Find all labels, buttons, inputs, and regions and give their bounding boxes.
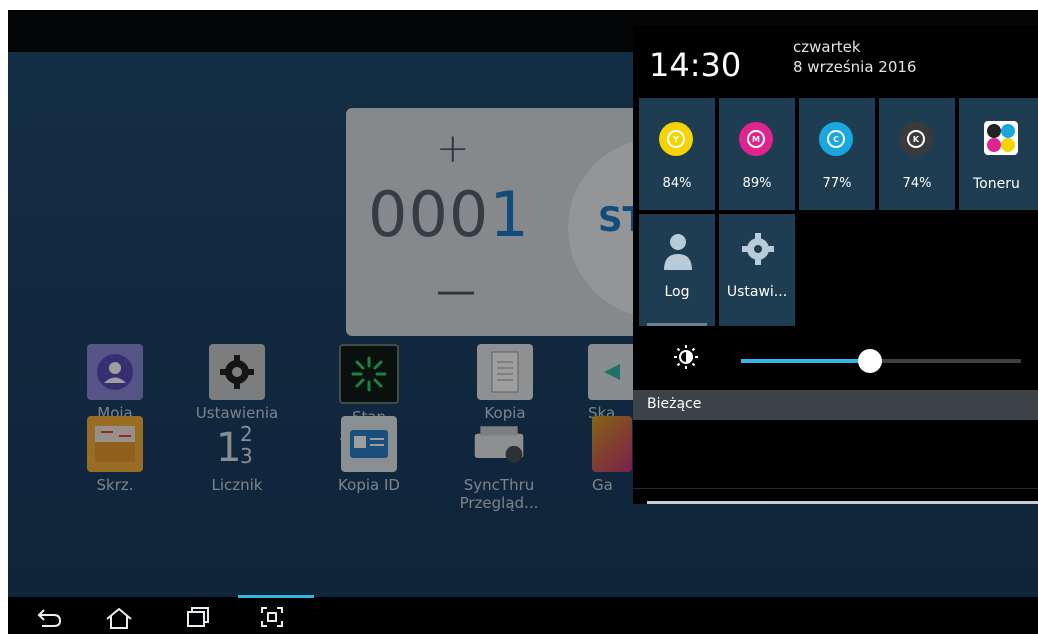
counter-icon: 123 bbox=[209, 416, 265, 472]
toner-value: 84% bbox=[662, 176, 692, 191]
toner-summary-label: Toneru bbox=[973, 176, 1020, 192]
tablet-screen: + 0001 — ST Mojastrona Ustawienia St bbox=[8, 10, 1038, 634]
app-ustawienia[interactable]: Ustawienia bbox=[182, 344, 292, 422]
active-underline bbox=[647, 323, 707, 326]
app-label: Skrz. bbox=[96, 476, 134, 494]
toner-summary-tile[interactable]: Toneru bbox=[959, 98, 1038, 210]
app-skrzynka[interactable]: Skrz. bbox=[60, 416, 170, 494]
screenshot-icon[interactable] bbox=[260, 606, 284, 634]
printer-icon bbox=[471, 416, 527, 472]
gear-icon bbox=[741, 232, 775, 270]
app-kopia[interactable]: Kopia bbox=[450, 344, 560, 422]
decrease-copies-button[interactable]: — bbox=[436, 268, 476, 314]
clock: 14:30 bbox=[649, 46, 742, 84]
toner-magenta-icon: M bbox=[739, 122, 773, 156]
app-label: SyncThru Przegląd... bbox=[459, 476, 539, 512]
toner-tile-black[interactable]: K 74% bbox=[879, 98, 955, 210]
toner-value: 74% bbox=[902, 176, 932, 191]
divider bbox=[633, 488, 1038, 489]
increase-copies-button[interactable]: + bbox=[436, 126, 470, 172]
svg-text:1: 1 bbox=[216, 425, 241, 469]
notification-panel: 14:30 czwartek 8 września 2016 Y 84% M 8… bbox=[633, 26, 1038, 504]
date: 8 września 2016 bbox=[793, 58, 917, 76]
copy-count-widget[interactable]: + 0001 — ST bbox=[346, 108, 676, 336]
copy-count-prefix: 000 bbox=[368, 178, 490, 251]
gallery-icon bbox=[592, 416, 632, 472]
section-label: Bieżące bbox=[647, 396, 702, 412]
quick-setting-login[interactable]: Log bbox=[639, 214, 715, 326]
toner-yellow-icon: Y bbox=[659, 122, 693, 156]
panel-drag-handle[interactable] bbox=[647, 501, 1038, 504]
toner-tile-magenta[interactable]: M 89% bbox=[719, 98, 795, 210]
mailbox-icon bbox=[87, 416, 143, 472]
recent-apps-icon[interactable] bbox=[186, 606, 210, 634]
copy-count-last-digit: 1 bbox=[489, 178, 530, 251]
app-label: Licznik bbox=[211, 476, 263, 494]
toner-value: 89% bbox=[742, 176, 772, 191]
toner-cyan-icon: C bbox=[819, 122, 853, 156]
id-card-icon bbox=[341, 416, 397, 472]
app-label: Ga bbox=[592, 476, 613, 494]
toner-value: 77% bbox=[822, 176, 852, 191]
copy-icon bbox=[477, 344, 533, 400]
toner-black-icon: K bbox=[899, 122, 933, 156]
svg-text:2: 2 bbox=[240, 422, 253, 446]
toner-tile-cyan[interactable]: C 77% bbox=[799, 98, 875, 210]
quick-setting-label: Ustawi... bbox=[726, 284, 788, 300]
day-name: czwartek bbox=[793, 38, 861, 56]
brightness-slider-handle[interactable] bbox=[858, 349, 882, 373]
app-licznik[interactable]: 123 Licznik bbox=[182, 416, 292, 494]
app-label: Kopia ID bbox=[338, 476, 400, 494]
toner-cmyk-icon bbox=[983, 120, 1019, 160]
quick-setting-label: Log bbox=[664, 284, 690, 300]
app-syncthru[interactable]: SyncThru Przegląd... bbox=[444, 416, 554, 512]
brightness-slider-fill bbox=[741, 359, 870, 363]
quick-setting-settings[interactable]: Ustawi... bbox=[719, 214, 795, 326]
brightness-icon bbox=[673, 344, 699, 376]
app-kopia-id[interactable]: Kopia ID bbox=[314, 416, 424, 494]
active-indicator bbox=[238, 595, 314, 598]
job-status-icon bbox=[339, 344, 399, 404]
back-icon[interactable] bbox=[36, 606, 62, 634]
navigation-bar bbox=[8, 597, 1038, 634]
brightness-slider[interactable] bbox=[741, 349, 1021, 373]
scan-icon bbox=[588, 344, 636, 400]
section-header: Bieżące bbox=[633, 390, 1038, 420]
app-galeria[interactable]: Ga bbox=[592, 416, 632, 494]
person-icon bbox=[663, 232, 693, 276]
toner-tile-yellow[interactable]: Y 84% bbox=[639, 98, 715, 210]
gear-icon bbox=[209, 344, 265, 400]
copy-count-display: 0001 bbox=[368, 178, 530, 251]
person-icon bbox=[87, 344, 143, 400]
home-icon[interactable] bbox=[104, 606, 134, 634]
svg-text:3: 3 bbox=[240, 444, 253, 468]
